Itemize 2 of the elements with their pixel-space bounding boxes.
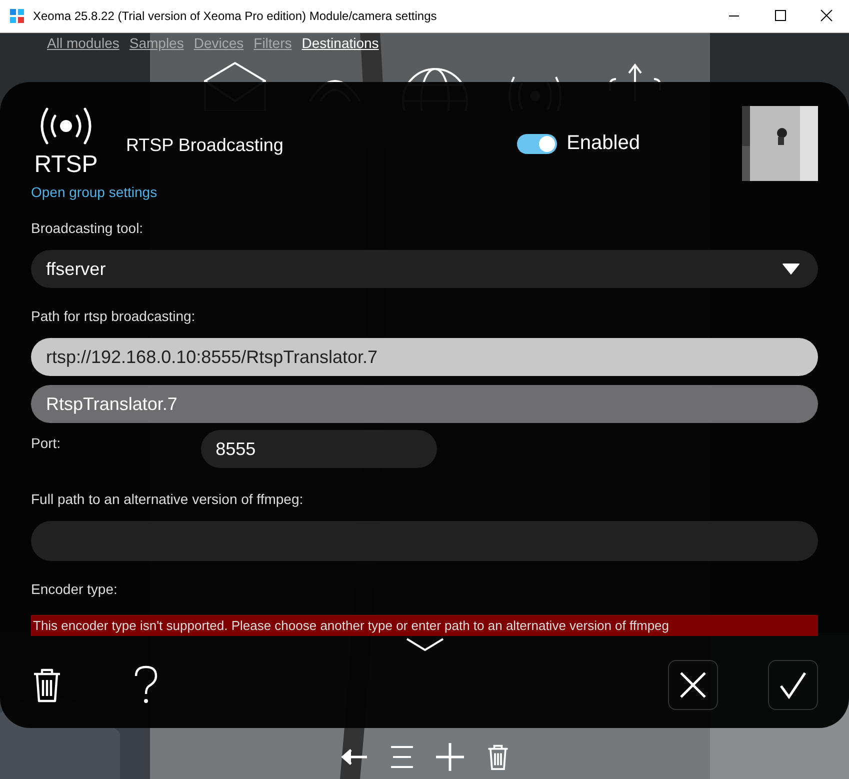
window-title: Xeoma 25.8.22 (Trial version of Xeoma Pro edition) Module/camera settings <box>33 9 438 23</box>
app-logo-icon <box>9 8 25 24</box>
